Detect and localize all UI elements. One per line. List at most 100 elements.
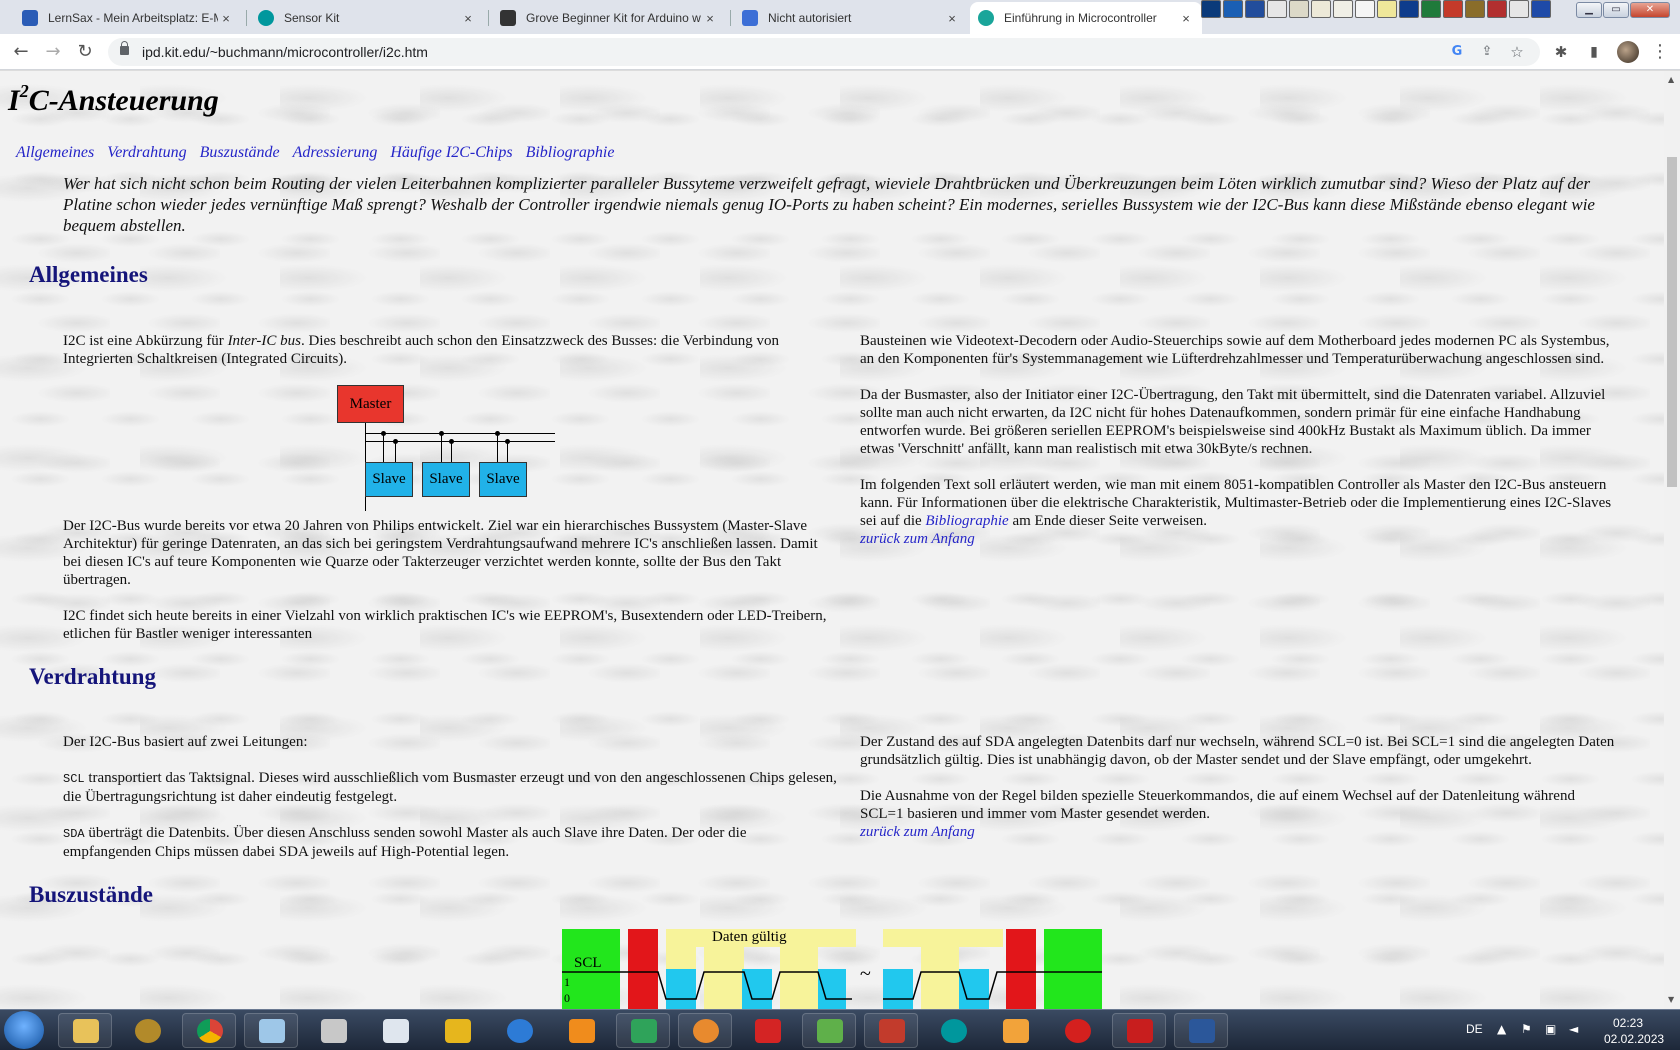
paragraph: Im folgenden Text soll erläutert werden,… <box>860 477 1612 529</box>
chrome-icon <box>197 1019 223 1043</box>
app-icon[interactable] <box>1421 0 1441 18</box>
nav-link-verdrahtung[interactable]: Verdrahtung <box>107 144 186 162</box>
taskbar-people[interactable] <box>864 1013 918 1048</box>
app-icon[interactable] <box>1223 0 1243 18</box>
scrollbar[interactable]: ▲ ▼ <box>1664 71 1680 1009</box>
close-icon[interactable]: × <box>218 11 234 26</box>
taskbar-app[interactable] <box>988 1013 1042 1048</box>
address-bar[interactable]: ipd.kit.edu/~buchmann/microcontroller/i2… <box>108 38 1540 66</box>
volume-icon[interactable]: ◄ <box>1569 1022 1578 1036</box>
app-icon[interactable] <box>1399 0 1419 18</box>
taskbar-notes[interactable] <box>244 1013 298 1048</box>
lock-icon[interactable] <box>120 41 129 55</box>
paragraph: Der I2C-Bus wurde bereits vor etwa 20 Ja… <box>63 518 818 588</box>
clock-date[interactable]: 02.02.2023 <box>1604 1032 1664 1046</box>
taskbar-media[interactable] <box>554 1013 608 1048</box>
start-button[interactable] <box>4 1011 44 1049</box>
taskbar-word[interactable] <box>1174 1013 1228 1048</box>
bibliographie-link[interactable]: Bibliographie <box>925 513 1008 529</box>
app-icon[interactable] <box>1311 0 1331 18</box>
nav-link-bibliographie[interactable]: Bibliographie <box>526 144 615 162</box>
app-icon[interactable] <box>1465 0 1485 18</box>
folder-icon <box>73 1019 99 1043</box>
app-icon[interactable] <box>1267 0 1287 18</box>
google-icon[interactable]: G <box>1448 43 1466 61</box>
tab-microcontroller[interactable]: Einführung in Microcontroller × <box>970 2 1202 34</box>
taskbar-game[interactable] <box>1050 1013 1104 1048</box>
taskbar-calculator[interactable] <box>368 1013 422 1048</box>
nav-link-buszustaende[interactable]: Buszustände <box>200 144 280 162</box>
window-close-button[interactable]: ✕ <box>1630 2 1670 18</box>
app-icon[interactable] <box>1333 0 1353 18</box>
verdrahtung-right-column: Der Zustand des auf SDA angelegten Daten… <box>860 733 1620 841</box>
taskbar-arduino-ide[interactable] <box>926 1013 980 1048</box>
scroll-down-icon[interactable]: ▼ <box>1668 995 1674 1004</box>
data-valid-label: Daten gültig <box>712 929 787 945</box>
scroll-thumb[interactable] <box>1667 157 1677 487</box>
close-icon[interactable]: × <box>702 11 718 26</box>
back-to-top-link[interactable]: zurück zum Anfang <box>860 824 975 840</box>
taskbar-globe[interactable] <box>492 1013 546 1048</box>
network-icon[interactable]: ▣ <box>1545 1022 1556 1036</box>
taskbar-acrobat[interactable] <box>1112 1013 1166 1048</box>
tab-title: Nicht autorisiert <box>768 11 852 25</box>
level-low-label: 0 <box>564 991 570 1005</box>
minimize-button[interactable]: ▁ <box>1576 2 1602 18</box>
maximize-button[interactable]: ▭ <box>1603 2 1629 18</box>
tab-grove-kit[interactable]: Grove Beginner Kit for Arduino w × <box>492 2 726 34</box>
flag-icon[interactable]: ⚑ <box>1521 1022 1532 1036</box>
taskbar-spreadsheet[interactable] <box>802 1013 856 1048</box>
nav-link-adressierung[interactable]: Adressierung <box>293 144 378 162</box>
bookmark-star-icon[interactable]: ☆ <box>1508 43 1526 61</box>
close-icon[interactable]: × <box>460 11 476 26</box>
taskbar-tool[interactable] <box>616 1013 670 1048</box>
app-icon[interactable] <box>1355 0 1375 18</box>
clock-time[interactable]: 02:23 <box>1613 1016 1643 1030</box>
scroll-up-icon[interactable]: ▲ <box>1668 75 1674 84</box>
app-icon[interactable] <box>1377 0 1397 18</box>
share-icon[interactable]: ⇪ <box>1478 43 1496 61</box>
menu-icon[interactable]: ⋮ <box>1648 40 1672 64</box>
extensions-icon[interactable]: ✱ <box>1549 40 1573 64</box>
nav-link-haeufige-chips[interactable]: Häufige I2C-Chips <box>390 144 512 162</box>
close-icon[interactable]: × <box>1178 11 1194 26</box>
avatar[interactable] <box>1617 41 1639 63</box>
timing-diagram: Daten gültig SCL 1 0 ~ <box>562 929 1102 1009</box>
taskbar-chrome[interactable] <box>182 1013 236 1048</box>
tab-lernsax[interactable]: LernSax - Mein Arbeitsplatz: E-M × <box>14 2 242 34</box>
language-indicator[interactable]: DE <box>1466 1022 1483 1036</box>
app-icon[interactable] <box>1509 0 1529 18</box>
app-icon[interactable] <box>1531 0 1551 18</box>
app-icon <box>1003 1019 1029 1043</box>
taskbar-paint[interactable] <box>678 1013 732 1048</box>
allgemeines-left-column: I2C ist eine Abkürzung für Inter-IC bus.… <box>63 332 838 386</box>
word-icon <box>1189 1019 1215 1043</box>
tab-title: Grove Beginner Kit for Arduino w <box>526 11 701 25</box>
page-title: I2C-Ansteuerung <box>8 81 219 117</box>
tab-sensor-kit[interactable]: Sensor Kit × <box>250 2 484 34</box>
nav-link-allgemeines[interactable]: Allgemeines <box>16 144 94 162</box>
app-icon[interactable] <box>1487 0 1507 18</box>
app-icon[interactable] <box>1245 0 1265 18</box>
taskbar-settings[interactable] <box>120 1013 174 1048</box>
url-text[interactable]: ipd.kit.edu/~buchmann/microcontroller/i2… <box>142 44 428 60</box>
app-icon[interactable] <box>1443 0 1463 18</box>
app-icon[interactable] <box>1289 0 1309 18</box>
side-panel-icon[interactable]: ▮ <box>1582 40 1606 64</box>
reload-icon[interactable]: ↻ <box>73 40 97 64</box>
back-icon[interactable]: ← <box>9 40 33 64</box>
bus-line <box>497 433 498 462</box>
back-to-top-link[interactable]: zurück zum Anfang <box>860 531 975 547</box>
taskbar-program[interactable] <box>740 1013 794 1048</box>
globe-icon <box>507 1019 533 1043</box>
taskbar-arduino[interactable] <box>430 1013 484 1048</box>
close-icon[interactable]: × <box>944 11 960 26</box>
tab-nicht-autorisiert[interactable]: Nicht autorisiert × <box>734 2 968 34</box>
taskbar-explorer[interactable] <box>58 1013 112 1048</box>
paragraph: Der I2C-Bus basiert auf zwei Leitungen: <box>63 734 308 750</box>
app-icon[interactable] <box>1201 0 1221 18</box>
forward-icon[interactable]: → <box>41 40 65 64</box>
bus-line <box>395 441 396 462</box>
taskbar-calc[interactable] <box>306 1013 360 1048</box>
tray-expand-icon[interactable]: ▲ <box>1497 1022 1506 1036</box>
